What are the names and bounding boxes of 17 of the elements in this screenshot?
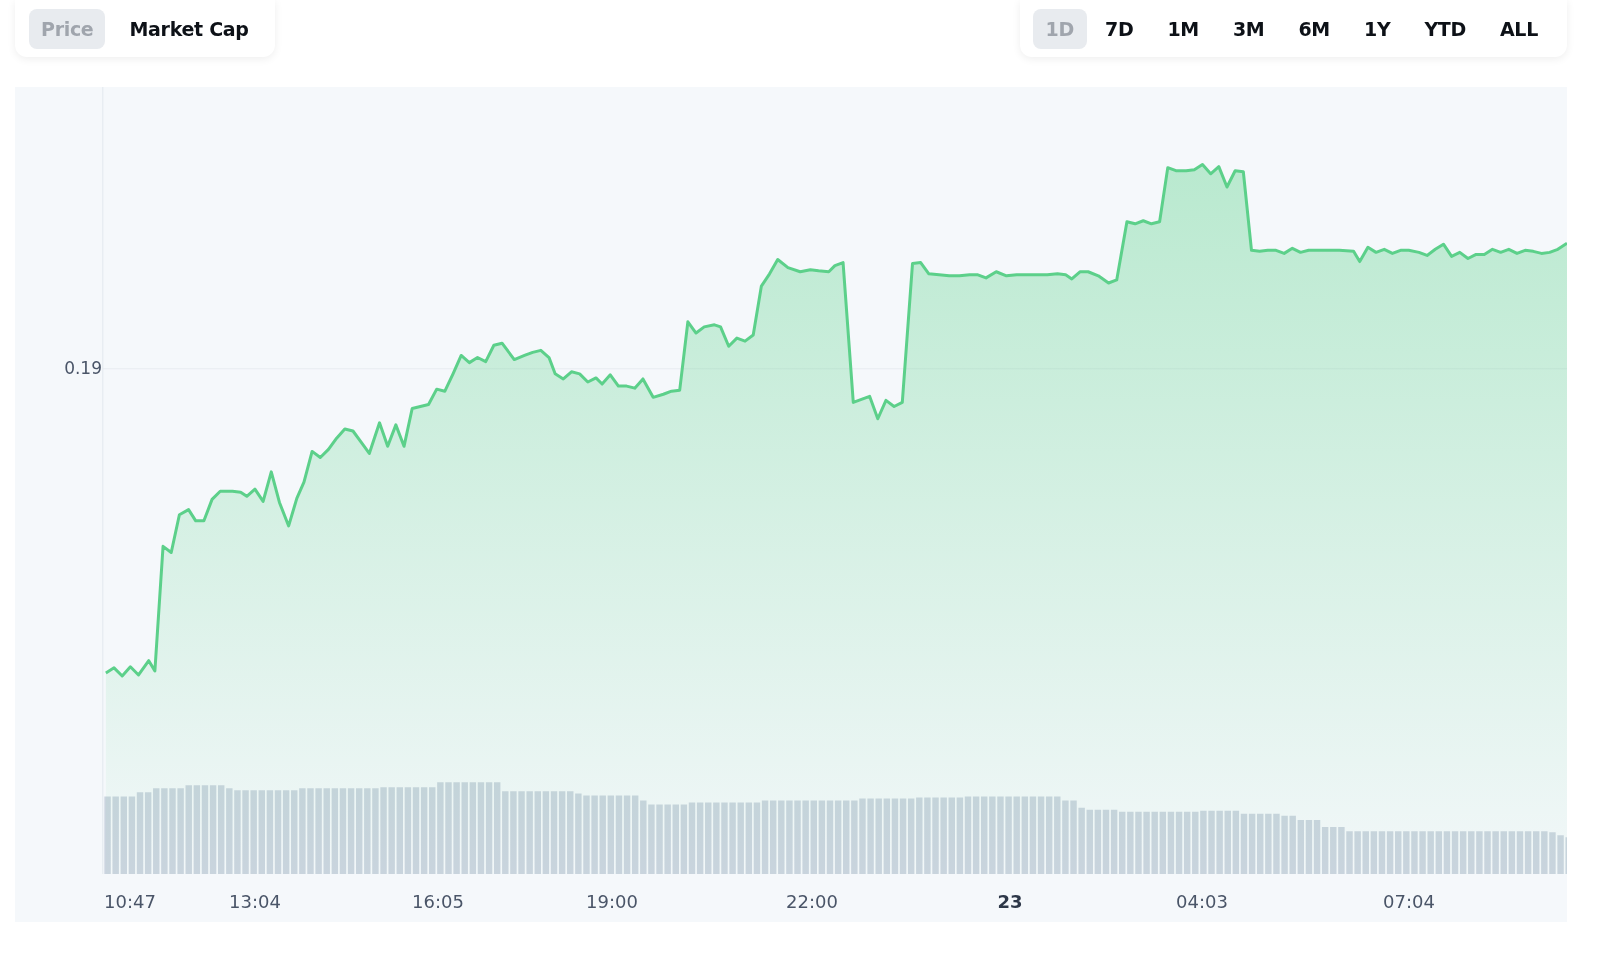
x-axis-label: 07:04 [1383, 890, 1435, 912]
period-tab[interactable]: 3M [1216, 8, 1281, 49]
x-axis-label: 04:03 [1176, 890, 1228, 912]
x-axis-label: 16:05 [412, 890, 464, 912]
period-tab[interactable]: 1M [1151, 8, 1215, 49]
period-tab[interactable]: 1Y [1348, 8, 1407, 49]
x-axis-label: 13:04 [229, 890, 281, 912]
x-axis-label: 22:00 [786, 890, 838, 912]
y-axis-label: 0.19 [64, 358, 102, 378]
period-tab[interactable]: 6M [1282, 8, 1346, 49]
x-axis-label: 23 [997, 890, 1023, 912]
metric-tab[interactable]: Market Cap [117, 8, 261, 49]
x-axis-label: 10:47 [104, 890, 156, 912]
period-tab[interactable]: 7D [1089, 8, 1150, 49]
period-tab[interactable]: YTD [1408, 8, 1482, 49]
period-tab[interactable]: ALL [1483, 8, 1554, 49]
x-axis-label: 19:00 [586, 890, 638, 912]
